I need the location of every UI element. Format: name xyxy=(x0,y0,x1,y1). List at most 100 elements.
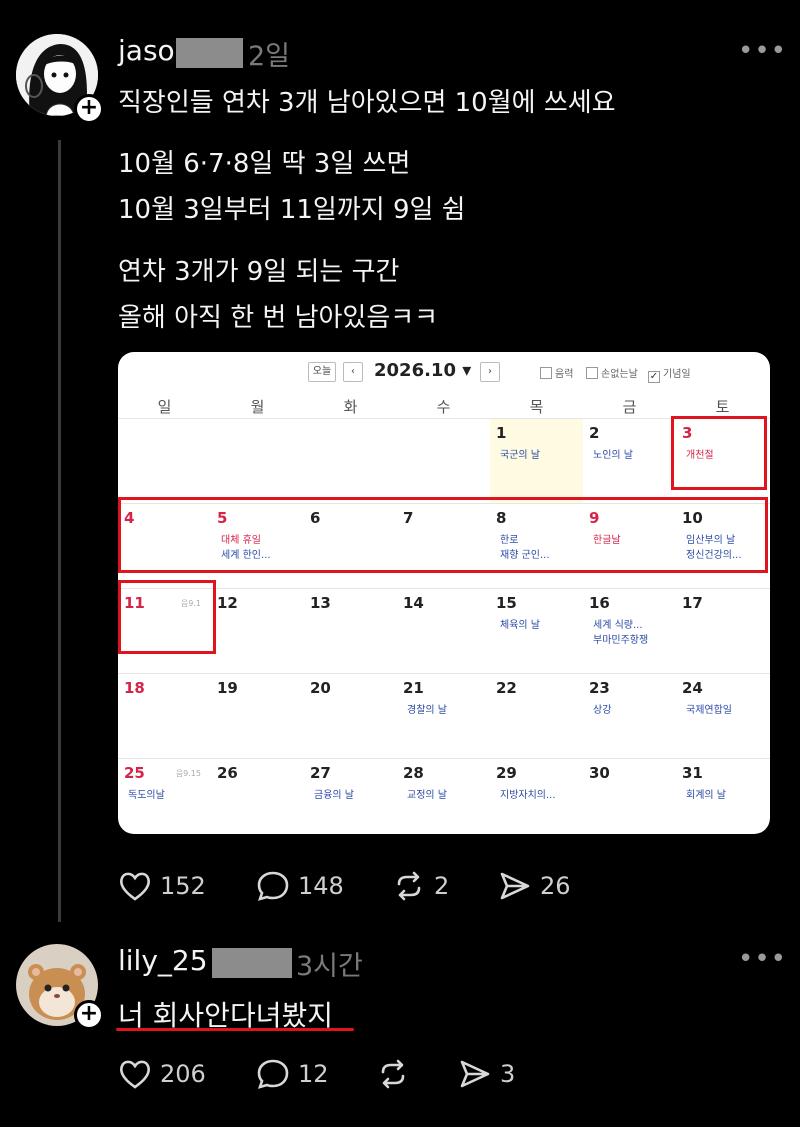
weekday-fri: 금 xyxy=(622,398,637,416)
day-number: 12 xyxy=(217,594,238,612)
calendar-day-cell[interactable]: 23 상강 xyxy=(583,673,676,757)
day-number: 22 xyxy=(496,679,517,697)
day-number: 29 xyxy=(496,764,517,782)
heart-icon xyxy=(120,872,150,901)
post-text-line-1: 직장인들 연차 3개 남아있으면 10월에 쓰세요 xyxy=(118,88,616,118)
calendar-event-label: 경찰의 날 xyxy=(407,705,447,716)
highlight-box-oct3 xyxy=(671,416,767,490)
calendar-day-cell[interactable]: 21 경찰의 날 xyxy=(397,673,490,757)
post-time: 2일 xyxy=(248,41,291,72)
check-lunar[interactable]: 음력 xyxy=(540,365,573,380)
calendar-event-label: 국군의 날 xyxy=(500,450,540,461)
repost-icon xyxy=(381,1059,405,1089)
comment-count: 148 xyxy=(298,872,344,900)
check-son-eomneun-nal[interactable]: 손없는날 xyxy=(586,365,638,380)
weekday-tue: 화 xyxy=(343,398,358,416)
calendar-event-label: 교정의 날 xyxy=(407,790,447,801)
calendar-day-cell[interactable]: 29 지방자치의... xyxy=(490,758,583,834)
calendar-toolbar: 오늘 ‹ 2026.10 ▾ › 음력 손없는날 ✓ 기념일 xyxy=(118,360,770,386)
day-number: 1 xyxy=(496,424,507,442)
reply-username-redaction xyxy=(212,948,292,978)
calendar-day-cell[interactable]: 15 체육의 날 xyxy=(490,588,583,672)
weekday-mon: 월 xyxy=(250,398,265,416)
calendar-day-cell xyxy=(304,418,397,502)
post-text-line-4: 연차 3개가 9일 되는 구간 xyxy=(118,257,400,287)
calendar-day-cell[interactable]: 1 국군의 날 xyxy=(490,418,583,502)
day-number: 23 xyxy=(589,679,610,697)
day-number: 2 xyxy=(589,424,600,442)
day-number: 15 xyxy=(496,594,517,612)
like-count: 152 xyxy=(160,872,206,900)
calendar-day-cell[interactable]: 12 xyxy=(211,588,304,672)
next-month-button[interactable]: › xyxy=(480,362,500,382)
calendar-event-label: 세계 식량... xyxy=(593,620,643,631)
check-anniversary[interactable]: ✓ 기념일 xyxy=(648,365,691,383)
share-count: 26 xyxy=(540,872,571,900)
weekday-thu: 목 xyxy=(529,398,544,416)
day-number: 14 xyxy=(403,594,424,612)
calendar-day-cell[interactable]: 14 xyxy=(397,588,490,672)
calendar-image[interactable]: 오늘 ‹ 2026.10 ▾ › 음력 손없는날 ✓ 기념일 일 월 화 수 목 … xyxy=(118,352,770,834)
calendar-day-cell[interactable]: 28 교정의 날 xyxy=(397,758,490,834)
calendar-day-cell[interactable]: 24 국제연합일 xyxy=(676,673,769,757)
calendar-day-cell[interactable]: 31 회계의 날 xyxy=(676,758,769,834)
comment-bubble-icon xyxy=(257,871,289,901)
post-actions: 152 148 2 26 xyxy=(118,870,618,904)
reply-more-button[interactable]: ••• xyxy=(738,944,787,974)
calendar-day-cell[interactable]: 26 xyxy=(211,758,304,834)
reply-username[interactable]: lily_25 xyxy=(118,944,208,977)
day-number: 13 xyxy=(310,594,331,612)
calendar-event-label: 노인의 날 xyxy=(593,450,633,461)
checkbox-checked-icon: ✓ xyxy=(648,371,660,383)
calendar-day-cell[interactable]: 30 xyxy=(583,758,676,834)
post-more-button[interactable]: ••• xyxy=(738,36,787,66)
day-number: 18 xyxy=(124,679,145,697)
day-number: 26 xyxy=(217,764,238,782)
weekday-wed: 수 xyxy=(436,398,451,416)
calendar-event-label: 금융의 날 xyxy=(314,790,354,801)
follow-plus-button-reply[interactable]: + xyxy=(74,1000,104,1030)
follow-plus-button[interactable]: + xyxy=(74,94,104,124)
post-text-line-5: 올해 아직 한 번 남아있음ㅋㅋ xyxy=(118,303,439,333)
checkbox-icon xyxy=(586,367,598,379)
calendar-day-cell[interactable]: 22 xyxy=(490,673,583,757)
lunar-date: 음9.15 xyxy=(175,769,201,778)
calendar-day-cell[interactable]: 2 노인의 날 xyxy=(583,418,676,502)
day-number: 24 xyxy=(682,679,703,697)
heart-icon xyxy=(120,1060,150,1089)
repost-count: 2 xyxy=(434,872,450,900)
prev-month-button[interactable]: ‹ xyxy=(343,362,363,382)
weekday-sat: 토 xyxy=(715,398,730,416)
post-username[interactable]: jaso xyxy=(118,34,175,67)
calendar-event-label: 상강 xyxy=(593,705,612,716)
calendar-event-label: 국제연합일 xyxy=(686,705,732,716)
repost-icon xyxy=(397,871,421,901)
calendar-day-cell[interactable]: 20 xyxy=(304,673,397,757)
comment-bubble-icon xyxy=(257,1059,289,1089)
day-number: 25 xyxy=(124,764,145,782)
day-number: 28 xyxy=(403,764,424,782)
reply-actions: 206 12 3 xyxy=(118,1058,618,1092)
day-number: 16 xyxy=(589,594,610,612)
calendar-event-label: 회계의 날 xyxy=(686,790,726,801)
calendar-day-cell[interactable]: 18 xyxy=(118,673,211,757)
day-number: 31 xyxy=(682,764,703,782)
reply-red-underline xyxy=(116,1028,354,1031)
highlight-box-week-oct4-10 xyxy=(118,497,768,573)
send-icon xyxy=(500,872,530,900)
calendar-day-cell[interactable]: 27 금융의 날 xyxy=(304,758,397,834)
calendar-day-cell xyxy=(211,418,304,502)
post-text-line-3: 10월 3일부터 11일까지 9일 쉼 xyxy=(118,195,466,225)
day-number: 20 xyxy=(310,679,331,697)
calendar-day-cell[interactable]: 19 xyxy=(211,673,304,757)
post-text-line-2: 10월 6·7·8일 딱 3일 쓰면 xyxy=(118,149,411,179)
calendar-day-cell[interactable]: 17 xyxy=(676,588,769,672)
reply-time: 3시간 xyxy=(296,951,363,982)
username-redaction xyxy=(176,38,243,68)
today-button[interactable]: 오늘 xyxy=(308,362,336,382)
calendar-title[interactable]: 2026.10 ▾ xyxy=(374,360,471,381)
calendar-day-cell[interactable]: 16 세계 식량... 부마민주항쟁 xyxy=(583,588,676,672)
calendar-day-cell[interactable]: 13 xyxy=(304,588,397,672)
calendar-day-cell[interactable]: 25 음9.15 독도의날 xyxy=(118,758,211,834)
day-number: 17 xyxy=(682,594,703,612)
